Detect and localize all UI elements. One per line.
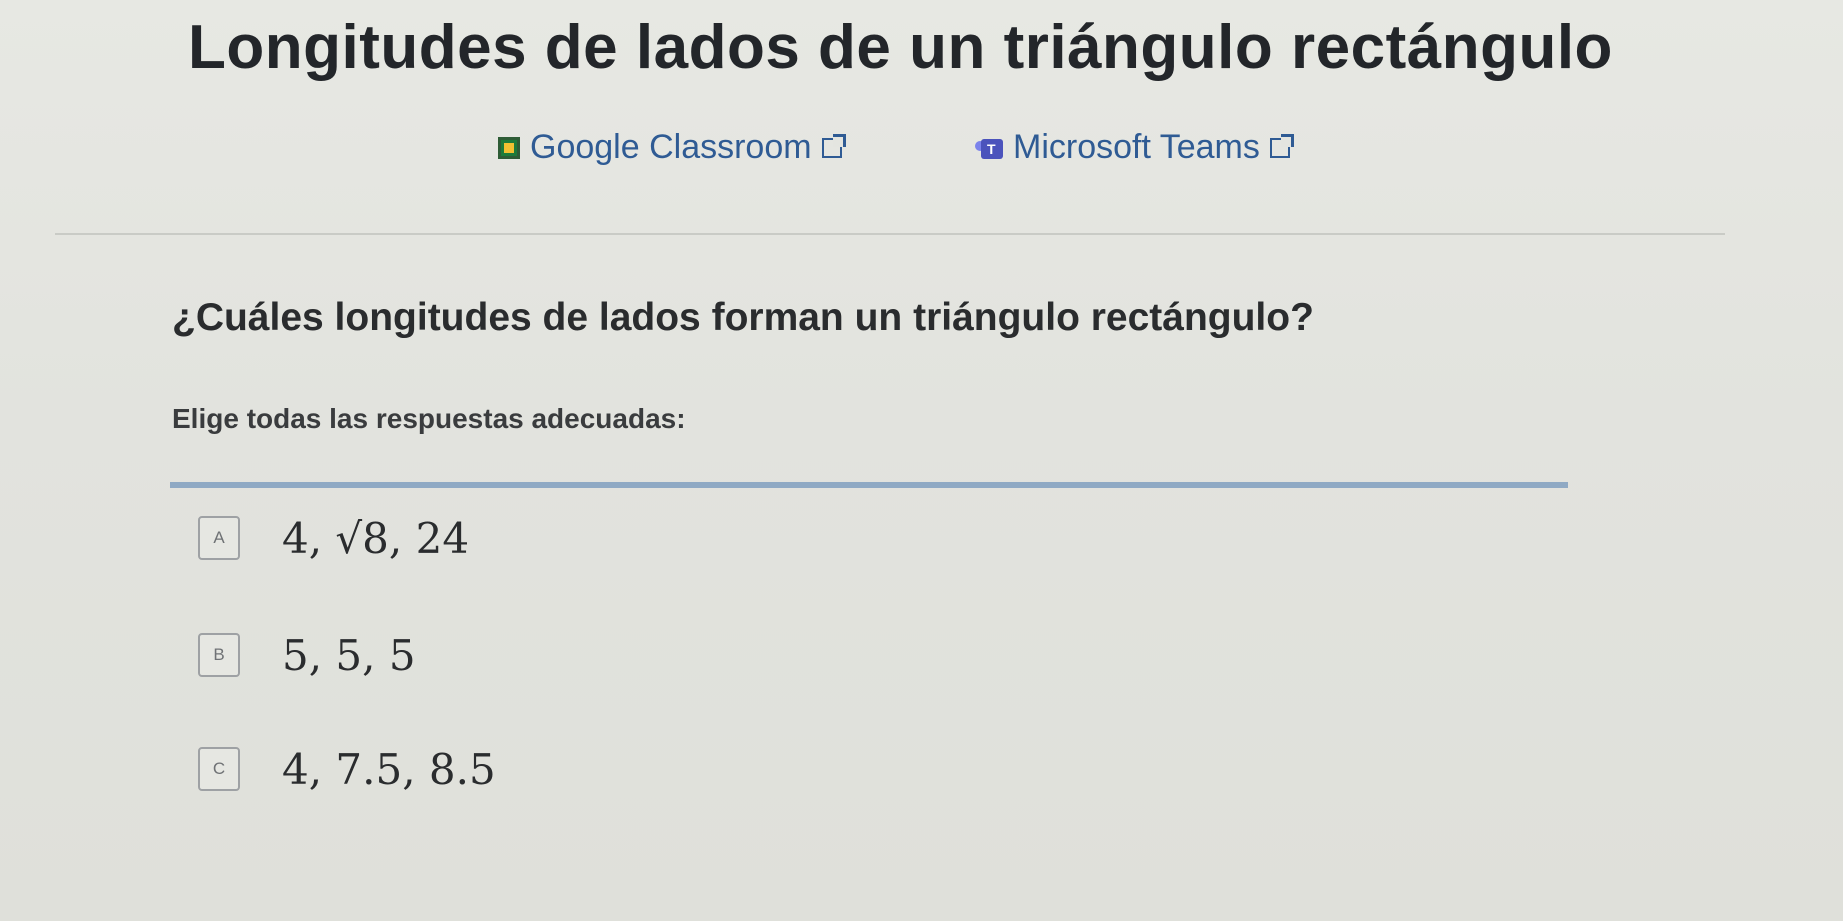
choice-checkbox-a[interactable]: A [198, 516, 240, 560]
google-classroom-label: Google Classroom [530, 128, 812, 166]
options-rule [170, 482, 1568, 488]
choice-c-text: 4, 7.5, 8.5 [282, 744, 496, 794]
choice-checkbox-b[interactable]: B [198, 633, 240, 677]
header-divider [55, 233, 1725, 235]
google-classroom-link[interactable]: Google Classroom [498, 128, 846, 167]
choice-checkbox-c[interactable]: C [198, 747, 240, 791]
page-title: Longitudes de lados de un triángulo rect… [188, 13, 1613, 82]
choice-b-text: 5, 5, 5 [282, 630, 416, 680]
share-links: Google Classroom T Microsoft Teams [0, 128, 1843, 168]
microsoft-teams-label: Microsoft Teams [1013, 128, 1260, 166]
microsoft-teams-link[interactable]: T Microsoft Teams [975, 128, 1294, 167]
question-instruction: Elige todas las respuestas adecuadas: [172, 403, 686, 434]
choice-a-text: 4, √8, 24 [282, 513, 470, 563]
external-link-icon [821, 133, 846, 158]
choice-a[interactable]: A 4, √8, 24 [198, 513, 469, 563]
question-prompt: ¿Cuáles longitudes de lados forman un tr… [172, 296, 1314, 339]
external-link-icon [1269, 133, 1294, 158]
choice-c[interactable]: C 4, 7.5, 8.5 [198, 744, 496, 794]
choice-b[interactable]: B 5, 5, 5 [198, 630, 416, 680]
microsoft-teams-icon: T [975, 135, 1005, 161]
google-classroom-icon [498, 136, 520, 159]
exercise-page: Longitudes de lados de un triángulo rect… [0, 0, 1843, 921]
